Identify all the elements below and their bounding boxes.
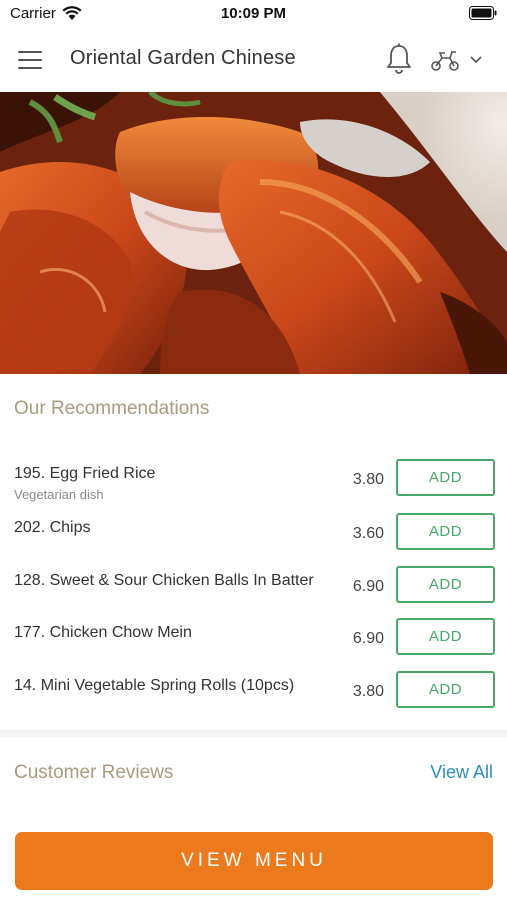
clock: 10:09 PM xyxy=(220,5,287,22)
recommendation-item: 202. Chips 3.60 ADD xyxy=(0,513,507,571)
reviews-title: Customer Reviews xyxy=(14,762,174,783)
add-button[interactable]: ADD xyxy=(396,513,495,550)
restaurant-title: Oriental Garden Chinese xyxy=(70,47,296,69)
add-button[interactable]: ADD xyxy=(396,671,495,708)
menu-button[interactable] xyxy=(18,44,52,76)
item-price: 6.90 xyxy=(352,630,384,647)
item-price: 3.60 xyxy=(352,525,384,542)
delivery-mode-selector[interactable] xyxy=(430,46,492,74)
recommendation-item: 177. Chicken Chow Mein 6.90 ADD xyxy=(0,618,507,676)
item-price: 6.90 xyxy=(352,578,384,595)
battery-icon xyxy=(469,6,497,20)
hero-food-image xyxy=(0,92,507,374)
item-name: 128. Sweet & Sour Chicken Balls In Batte… xyxy=(14,572,314,589)
recommendation-item: 128. Sweet & Sour Chicken Balls In Batte… xyxy=(0,566,507,624)
add-button[interactable]: ADD xyxy=(396,459,495,496)
item-note: Vegetarian dish xyxy=(14,487,104,502)
roast-duck-illustration xyxy=(0,92,507,374)
recommendations-title: Our Recommendations xyxy=(14,398,210,419)
menu-icon-bar xyxy=(18,67,42,69)
scooter-icon xyxy=(431,51,459,71)
menu-icon-bar xyxy=(18,51,42,53)
view-menu-button[interactable]: VIEW MENU xyxy=(15,832,493,890)
item-name: 202. Chips xyxy=(14,519,91,536)
item-name: 177. Chicken Chow Mein xyxy=(14,624,192,641)
recommendation-item: 14. Mini Vegetable Spring Rolls (10pcs) … xyxy=(0,671,507,729)
view-all-reviews-link[interactable]: View All xyxy=(430,762,493,783)
section-divider xyxy=(0,730,507,737)
chevron-down-icon xyxy=(470,56,482,64)
status-bar: Carrier 10:09 PM xyxy=(0,0,507,28)
add-button[interactable]: ADD xyxy=(396,618,495,655)
item-name: 195. Egg Fried Rice xyxy=(14,465,156,482)
item-name: 14. Mini Vegetable Spring Rolls (10pcs) xyxy=(14,677,295,694)
item-price: 3.80 xyxy=(352,471,384,488)
app-header: Oriental Garden Chinese xyxy=(0,28,507,92)
add-button[interactable]: ADD xyxy=(396,566,495,603)
bell-icon[interactable] xyxy=(384,42,414,76)
menu-icon-bar xyxy=(18,59,42,61)
item-price: 3.80 xyxy=(352,683,384,700)
recommendation-item: 195. Egg Fried Rice Vegetarian dish 3.80… xyxy=(0,459,507,517)
